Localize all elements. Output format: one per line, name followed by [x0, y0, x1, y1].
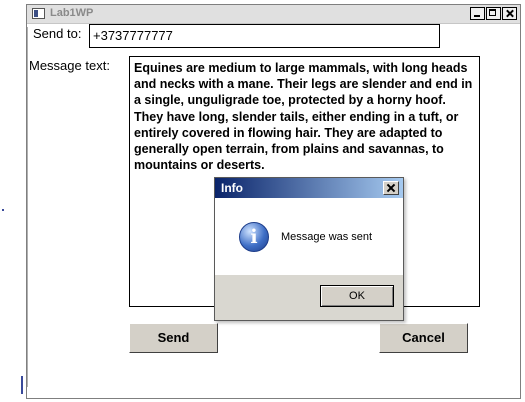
dialog-close-button[interactable] — [383, 181, 399, 195]
window-edge — [27, 27, 28, 387]
desktop-mark — [2, 209, 4, 211]
desktop-mark — [21, 376, 23, 394]
window-title: Lab1WP — [50, 7, 94, 19]
dialog-footer: OK — [215, 275, 403, 320]
caption-buttons — [470, 7, 517, 20]
message-text-label: Message text: — [29, 58, 110, 73]
send-to-input[interactable]: +3737777777 — [89, 24, 440, 48]
minimize-button[interactable] — [470, 7, 485, 20]
maximize-button[interactable] — [486, 7, 501, 20]
send-to-label: Send to: — [33, 26, 82, 41]
dialog-title-bar[interactable]: Info — [215, 178, 403, 198]
info-dialog: Info i Message was sent OK — [214, 177, 404, 321]
dialog-title: Info — [221, 181, 243, 195]
cancel-button[interactable]: Cancel — [379, 323, 468, 353]
send-button[interactable]: Send — [129, 323, 218, 353]
dialog-message: Message was sent — [281, 231, 373, 243]
dialog-body: i Message was sent — [215, 198, 403, 275]
close-button[interactable] — [502, 7, 517, 20]
info-icon: i — [239, 222, 269, 252]
title-bar[interactable]: Lab1WP — [27, 5, 520, 24]
app-icon — [32, 8, 45, 19]
ok-button[interactable]: OK — [320, 285, 394, 307]
